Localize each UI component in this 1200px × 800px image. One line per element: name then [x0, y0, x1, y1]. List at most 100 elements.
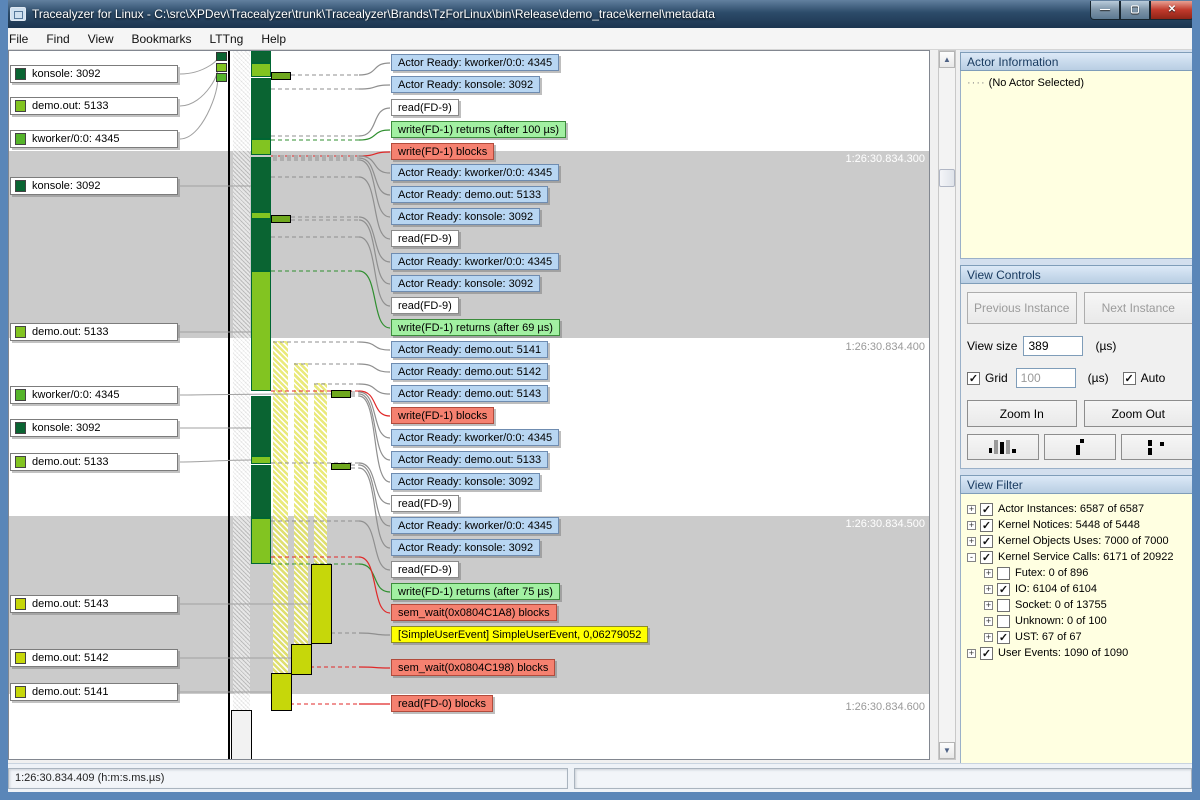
event-label-returns[interactable]: write(FD-1) returns (after 100 µs): [391, 121, 566, 138]
event-label-ready[interactable]: Actor Ready: demo.out: 5142: [391, 363, 548, 380]
execution-segment[interactable]: [251, 518, 271, 564]
filter-checkbox[interactable]: [997, 567, 1010, 580]
actor-label[interactable]: demo.out: 5133: [10, 453, 178, 471]
event-label-ready[interactable]: Actor Ready: konsole: 3092: [391, 473, 540, 490]
filter-tree-row[interactable]: +Unknown: 0 of 100: [965, 613, 1195, 629]
event-label-returns[interactable]: write(FD-1) returns (after 69 µs): [391, 319, 560, 336]
trace-view[interactable]: konsole: 3092 demo.out: 5133 kworker/0:0: …: [8, 50, 930, 760]
event-label-ready[interactable]: Actor Ready: demo.out: 5133: [391, 186, 548, 203]
event-label-ready[interactable]: Actor Ready: konsole: 3092: [391, 539, 540, 556]
filter-checkbox[interactable]: ✓: [980, 503, 993, 516]
event-label-read[interactable]: read(FD-9): [391, 230, 459, 247]
event-label-blocks[interactable]: read(FD-0) blocks: [391, 695, 493, 712]
menu-item-file[interactable]: File: [0, 29, 37, 49]
menu-item-help[interactable]: Help: [252, 29, 295, 49]
event-label-ready[interactable]: Actor Ready: konsole: 3092: [391, 275, 540, 292]
execution-segment[interactable]: [251, 271, 271, 391]
event-label-read[interactable]: read(FD-9): [391, 561, 459, 578]
collapse-icon[interactable]: -: [967, 553, 976, 562]
filter-checkbox[interactable]: ✓: [997, 631, 1010, 644]
expand-icon[interactable]: +: [967, 521, 976, 530]
filter-tree-row[interactable]: +✓Kernel Notices: 5448 of 5448: [965, 517, 1195, 533]
actor-label[interactable]: demo.out: 5133: [10, 97, 178, 115]
actor-label[interactable]: konsole: 3092: [10, 177, 178, 195]
event-label-ready[interactable]: Actor Ready: konsole: 3092: [391, 76, 540, 93]
filter-checkbox[interactable]: [997, 615, 1010, 628]
filter-checkbox[interactable]: ✓: [980, 519, 993, 532]
filter-tree-row[interactable]: +✓UST: 67 of 67: [965, 629, 1195, 645]
execution-segment[interactable]: [251, 212, 271, 219]
event-label-returns[interactable]: write(FD-1) returns (after 75 µs): [391, 583, 560, 600]
event-label-ready[interactable]: Actor Ready: kworker/0:0: 4345: [391, 164, 559, 181]
filter-tree-row[interactable]: +✓User Events: 1090 of 1090: [965, 645, 1195, 661]
event-label-read[interactable]: read(FD-9): [391, 495, 459, 512]
execution-segment[interactable]: [251, 51, 271, 63]
execution-segment[interactable]: [251, 63, 271, 77]
filter-tree-row[interactable]: +Socket: 0 of 13755: [965, 597, 1195, 613]
fragment-bar[interactable]: [331, 463, 351, 470]
close-button[interactable]: ✕: [1150, 1, 1194, 20]
actor-label[interactable]: kworker/0:0: 4345: [10, 386, 178, 404]
view-mode-single-button[interactable]: [1121, 434, 1193, 460]
filter-tree-row[interactable]: +✓Actor Instances: 6587 of 6587: [965, 501, 1195, 517]
expand-icon[interactable]: +: [984, 569, 993, 578]
expand-icon[interactable]: +: [967, 649, 976, 658]
event-label-blocks[interactable]: write(FD-1) blocks: [391, 407, 494, 424]
grid-size-input[interactable]: [1016, 368, 1076, 388]
previous-instance-button[interactable]: Previous Instance: [967, 292, 1077, 324]
event-label-blocks[interactable]: write(FD-1) blocks: [391, 143, 494, 160]
event-label-user[interactable]: [SimpleUserEvent] SimpleUserEvent, 0,062…: [391, 626, 648, 643]
filter-checkbox[interactable]: ✓: [980, 535, 993, 548]
filter-checkbox[interactable]: ✓: [997, 583, 1010, 596]
execution-segment[interactable]: [251, 139, 271, 155]
grid-checkbox[interactable]: ✓: [967, 372, 980, 385]
actor-label[interactable]: demo.out: 5141: [10, 683, 178, 701]
execution-segment[interactable]: [251, 465, 271, 518]
menu-item-lttng[interactable]: LTTng: [201, 29, 253, 49]
menu-item-view[interactable]: View: [79, 29, 123, 49]
view-mode-compact-button[interactable]: [1044, 434, 1116, 460]
zoom-out-button[interactable]: Zoom Out: [1084, 400, 1194, 427]
maximize-button[interactable]: ▢: [1120, 1, 1150, 20]
event-label-ready[interactable]: Actor Ready: demo.out: 5141: [391, 341, 548, 358]
actor-label[interactable]: kworker/0:0: 4345: [10, 130, 178, 148]
menu-item-bookmarks[interactable]: Bookmarks: [122, 29, 200, 49]
expand-icon[interactable]: +: [967, 537, 976, 546]
zoom-in-button[interactable]: Zoom In: [967, 400, 1077, 427]
event-label-ready[interactable]: Actor Ready: kworker/0:0: 4345: [391, 517, 559, 534]
filter-tree-row[interactable]: -✓Kernel Service Calls: 6171 of 20922: [965, 549, 1195, 565]
scroll-down-arrow[interactable]: ▼: [939, 742, 955, 759]
filter-checkbox[interactable]: ✓: [980, 551, 993, 564]
scrollbar-thumb[interactable]: [939, 169, 955, 187]
vertical-scrollbar[interactable]: ▲ ▼: [938, 50, 956, 760]
expand-icon[interactable]: +: [984, 585, 993, 594]
event-label-ready[interactable]: Actor Ready: kworker/0:0: 4345: [391, 253, 559, 270]
actor-label[interactable]: konsole: 3092: [10, 65, 178, 83]
execution-segment[interactable]: [251, 78, 271, 139]
event-label-ready[interactable]: Actor Ready: kworker/0:0: 4345: [391, 54, 559, 71]
execution-run-bar[interactable]: [311, 564, 332, 644]
filter-tree-row[interactable]: +Futex: 0 of 896: [965, 565, 1195, 581]
event-label-blocks[interactable]: sem_wait(0x0804C198) blocks: [391, 659, 555, 676]
actor-label[interactable]: demo.out: 5142: [10, 649, 178, 667]
next-instance-button[interactable]: Next Instance: [1084, 292, 1194, 324]
execution-run-bar[interactable]: [291, 644, 312, 675]
expand-icon[interactable]: +: [984, 617, 993, 626]
filter-checkbox[interactable]: ✓: [980, 647, 993, 660]
fragment-bar[interactable]: [271, 215, 291, 223]
event-label-ready[interactable]: Actor Ready: kworker/0:0: 4345: [391, 429, 559, 446]
actor-label[interactable]: demo.out: 5133: [10, 323, 178, 341]
view-mode-detailed-button[interactable]: [967, 434, 1039, 460]
expand-icon[interactable]: +: [984, 633, 993, 642]
event-label-read[interactable]: read(FD-9): [391, 99, 459, 116]
execution-segment[interactable]: [251, 219, 271, 271]
event-label-ready[interactable]: Actor Ready: konsole: 3092: [391, 208, 540, 225]
event-label-ready[interactable]: Actor Ready: demo.out: 5143: [391, 385, 548, 402]
scroll-up-arrow[interactable]: ▲: [939, 51, 955, 68]
filter-checkbox[interactable]: [997, 599, 1010, 612]
auto-checkbox[interactable]: ✓: [1123, 372, 1136, 385]
event-label-ready[interactable]: Actor Ready: demo.out: 5133: [391, 451, 548, 468]
view-size-input[interactable]: [1023, 336, 1083, 356]
execution-segment[interactable]: [251, 157, 271, 212]
filter-tree-row[interactable]: +✓Kernel Objects Uses: 7000 of 7000: [965, 533, 1195, 549]
